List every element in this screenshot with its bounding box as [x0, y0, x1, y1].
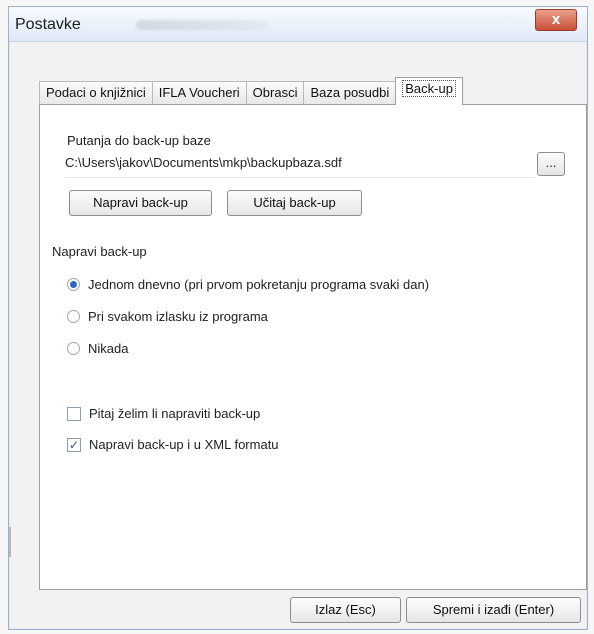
close-button[interactable]: x	[535, 9, 577, 31]
make-backup-button[interactable]: Napravi back-up	[69, 190, 212, 216]
exit-button[interactable]: Izlaz (Esc)	[290, 597, 401, 623]
load-backup-button[interactable]: Učitaj back-up	[227, 190, 362, 216]
backup-path-label: Putanja do back-up baze	[67, 133, 211, 148]
tab-podaci-o-knjiznici[interactable]: Podaci o knjižnici	[39, 81, 153, 105]
backup-path-value: C:\Users\jakov\Documents\mkp\backupbaza.…	[65, 155, 342, 170]
settings-window: Postavke x Podaci o knjižnici IFLA Vouch…	[8, 6, 588, 630]
backup-section-label: Napravi back-up	[52, 244, 147, 259]
save-and-exit-button[interactable]: Spremi i izađi (Enter)	[406, 597, 581, 623]
tab-strip: Podaci o knjižnici IFLA Voucheri Obrasci…	[39, 77, 463, 105]
radio-on-exit-label: Pri svakom izlasku iz programa	[88, 309, 268, 324]
radio-button[interactable]	[67, 342, 80, 355]
browse-button[interactable]: ...	[537, 152, 565, 176]
blurred-title-area	[136, 20, 268, 30]
tab-obrasci[interactable]: Obrasci	[245, 81, 305, 105]
radio-never[interactable]: Nikada	[67, 341, 128, 356]
titlebar: Postavke x	[9, 7, 587, 42]
radio-button-selected[interactable]	[67, 278, 80, 291]
path-divider	[65, 177, 535, 178]
checkbox-ask-backup[interactable]: Pitaj želim li napraviti back-up	[67, 406, 260, 421]
radio-button[interactable]	[67, 310, 80, 323]
tab-back-up[interactable]: Back-up	[395, 77, 463, 105]
checkbox-xml-backup[interactable]: Napravi back-up i u XML formatu	[67, 437, 279, 452]
tab-ifla-voucheri[interactable]: IFLA Voucheri	[151, 81, 247, 105]
window-left-edge-artifact	[9, 527, 11, 557]
checkbox-xml-backup-label: Napravi back-up i u XML formatu	[89, 437, 279, 452]
window-title: Postavke	[15, 16, 81, 33]
checkbox-ask-backup-label: Pitaj želim li napraviti back-up	[89, 406, 261, 421]
radio-daily[interactable]: Jednom dnevno (pri prvom pokretanju prog…	[67, 277, 429, 292]
radio-daily-label: Jednom dnevno (pri prvom pokretanju prog…	[88, 277, 430, 292]
checkbox[interactable]	[67, 406, 81, 421]
tab-baza-posudbi[interactable]: Baza posudbi	[303, 81, 397, 105]
radio-never-label: Nikada	[88, 341, 129, 356]
checkbox-checked[interactable]	[67, 437, 81, 452]
radio-on-exit[interactable]: Pri svakom izlasku iz programa	[67, 309, 268, 324]
